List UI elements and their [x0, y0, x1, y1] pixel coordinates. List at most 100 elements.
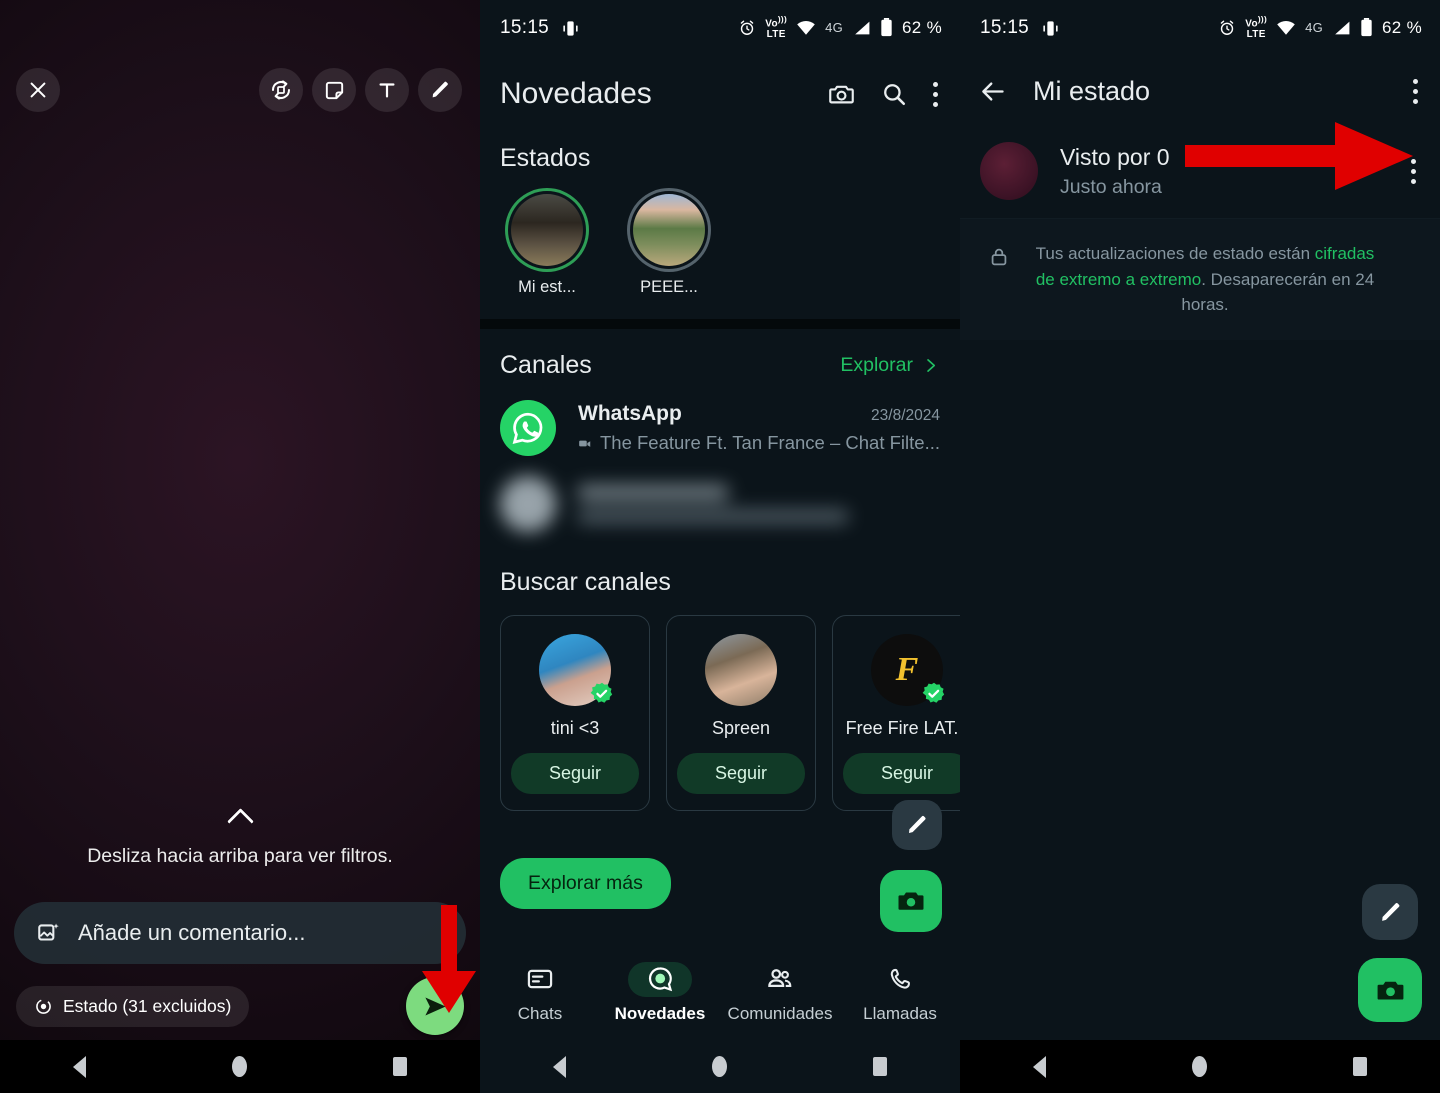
follow-button[interactable]: Seguir: [677, 753, 805, 794]
encryption-suffix: . Desaparecerán en 24 horas.: [1181, 269, 1375, 315]
status-thumbnail: [633, 194, 705, 266]
channel-name: tini <3: [550, 718, 600, 738]
page-title: Novedades: [500, 77, 652, 110]
channel-preview-text: The Feature Ft. Tan France – Chat Filte.…: [599, 432, 940, 453]
tab-llamadas[interactable]: Llamadas: [845, 962, 955, 1024]
explore-more-button[interactable]: Explorar más: [500, 858, 671, 909]
suggested-channel-card[interactable]: F Free Fire LAT... Seguir: [832, 615, 960, 811]
rotate-icon: [272, 80, 290, 100]
android-home-button[interactable]: [1192, 1056, 1207, 1077]
explore-channels-link[interactable]: Explorar: [840, 354, 938, 377]
chats-icon: [527, 969, 553, 989]
channel-name: Spreen: [711, 718, 771, 738]
tab-icon-wrap: [628, 961, 692, 997]
status-bar: 15:15 Vo))) LTE 4G 62 %: [480, 0, 960, 56]
volte-icon: Vo))) LTE: [1245, 14, 1268, 41]
suggested-channel-card[interactable]: Spreen Seguir: [666, 615, 816, 811]
android-home-button[interactable]: [712, 1056, 727, 1077]
channel-row-whatsapp[interactable]: WhatsApp 23/8/2024 The Feature Ft. Tan F…: [480, 380, 960, 456]
text-button[interactable]: [365, 68, 409, 112]
suggested-channels-list: tini <3 Seguir Spreen Seguir F Free Fire…: [480, 597, 960, 811]
annotation-arrow-send: [422, 905, 476, 1013]
status-item-contact[interactable]: PEEE...: [622, 191, 716, 297]
overflow-menu-button[interactable]: [1413, 78, 1418, 104]
alarm-icon: [1220, 20, 1234, 35]
section-divider: [480, 319, 960, 329]
status-bar-time: 15:15: [980, 17, 1030, 38]
channel-name-redacted: [578, 485, 728, 500]
filters-hint[interactable]: Desliza hacia arriba para ver filtros.: [0, 808, 480, 868]
compose-text-status-fab[interactable]: [892, 800, 942, 850]
estados-section-title: Estados: [500, 144, 591, 172]
volte-icon: Vo))) LTE: [765, 14, 788, 41]
compose-text-status-fab[interactable]: [1362, 884, 1418, 940]
channel-date: 23/8/2024: [871, 407, 940, 424]
android-back-button[interactable]: [73, 1055, 86, 1078]
sticker-icon: [325, 81, 343, 99]
camera-fab[interactable]: [1358, 958, 1422, 1022]
status-ring: [630, 191, 708, 269]
channel-avatar: [539, 634, 613, 706]
sticker-button[interactable]: [312, 68, 356, 112]
follow-button[interactable]: Seguir: [511, 753, 639, 794]
android-home-button[interactable]: [232, 1056, 247, 1077]
android-navbar: [0, 1040, 480, 1093]
channel-avatar: [500, 400, 556, 456]
pencil-icon: [432, 81, 448, 98]
novedades-screen: 15:15 Vo))) LTE 4G 62 % Novedades Estado…: [480, 0, 960, 1093]
channel-name: Free Fire LAT...: [845, 718, 960, 738]
draw-button[interactable]: [418, 68, 462, 112]
encryption-prefix: Tus actualizaciones de estado están: [1035, 244, 1315, 263]
status-list: Mi est... PEEE...: [480, 173, 960, 297]
network-type-label: 4G: [1305, 20, 1324, 36]
bottom-tabbar: Chats Novedades Comunidades Llamadas: [480, 945, 960, 1040]
lock-icon: [991, 248, 1007, 266]
page-title: Mi estado: [1033, 75, 1151, 106]
channel-avatar: [705, 634, 777, 706]
text-icon: [379, 83, 395, 98]
battery-icon: [881, 18, 892, 37]
tab-icon-wrap: [868, 962, 932, 997]
search-icon[interactable]: [881, 81, 907, 107]
tab-label: Chats: [517, 1003, 563, 1023]
pencil-icon: [909, 816, 926, 833]
android-recents-button[interactable]: [393, 1057, 407, 1076]
android-back-button[interactable]: [1033, 1055, 1046, 1078]
comment-input[interactable]: Añade un comentario...: [14, 902, 466, 964]
signal-icon: [1335, 21, 1350, 35]
filters-hint-text: Desliza hacia arriba para ver filtros.: [87, 845, 393, 867]
composer-toolbar: [0, 68, 480, 112]
tab-label: Comunidades: [727, 1003, 833, 1023]
composer-footer: Estado (31 excluidos): [0, 975, 480, 1037]
android-recents-button[interactable]: [873, 1057, 887, 1076]
rotate-button[interactable]: [259, 68, 303, 112]
android-back-button[interactable]: [553, 1055, 566, 1078]
android-recents-button[interactable]: [1353, 1057, 1367, 1076]
camera-fab[interactable]: [880, 870, 942, 932]
status-composer-screen: Desliza hacia arriba para ver filtros. A…: [0, 0, 480, 1093]
tab-comunidades[interactable]: Comunidades: [725, 962, 835, 1024]
chevron-right-icon: [927, 359, 936, 372]
signal-icon: [855, 21, 870, 35]
tab-chats[interactable]: Chats: [485, 962, 595, 1024]
suggested-channel-card[interactable]: tini <3 Seguir: [500, 615, 650, 811]
status-thumbnail: [511, 194, 583, 266]
channel-name: WhatsApp: [578, 402, 682, 425]
tab-novedades[interactable]: Novedades: [605, 961, 715, 1024]
camera-icon[interactable]: [828, 81, 855, 108]
status-item-my-status[interactable]: Mi est...: [500, 191, 594, 297]
overflow-menu-button[interactable]: [933, 81, 938, 107]
video-icon: [579, 440, 591, 447]
comment-placeholder: Añade un comentario...: [78, 920, 306, 945]
follow-button[interactable]: Seguir: [843, 753, 960, 794]
battery-label: 62 %: [1382, 17, 1422, 37]
back-arrow-icon[interactable]: [980, 78, 1007, 105]
free-fire-logo-icon: F: [895, 651, 919, 688]
channel-row-blurred[interactable]: [480, 456, 960, 532]
encryption-text: Tus actualizaciones de estado están cifr…: [1030, 241, 1380, 318]
buscar-canales-title: Buscar canales: [500, 568, 671, 596]
channel-avatar: [500, 476, 556, 532]
audience-chip[interactable]: Estado (31 excluidos): [16, 985, 250, 1027]
close-button[interactable]: [16, 68, 60, 112]
battery-icon: [1361, 18, 1372, 37]
